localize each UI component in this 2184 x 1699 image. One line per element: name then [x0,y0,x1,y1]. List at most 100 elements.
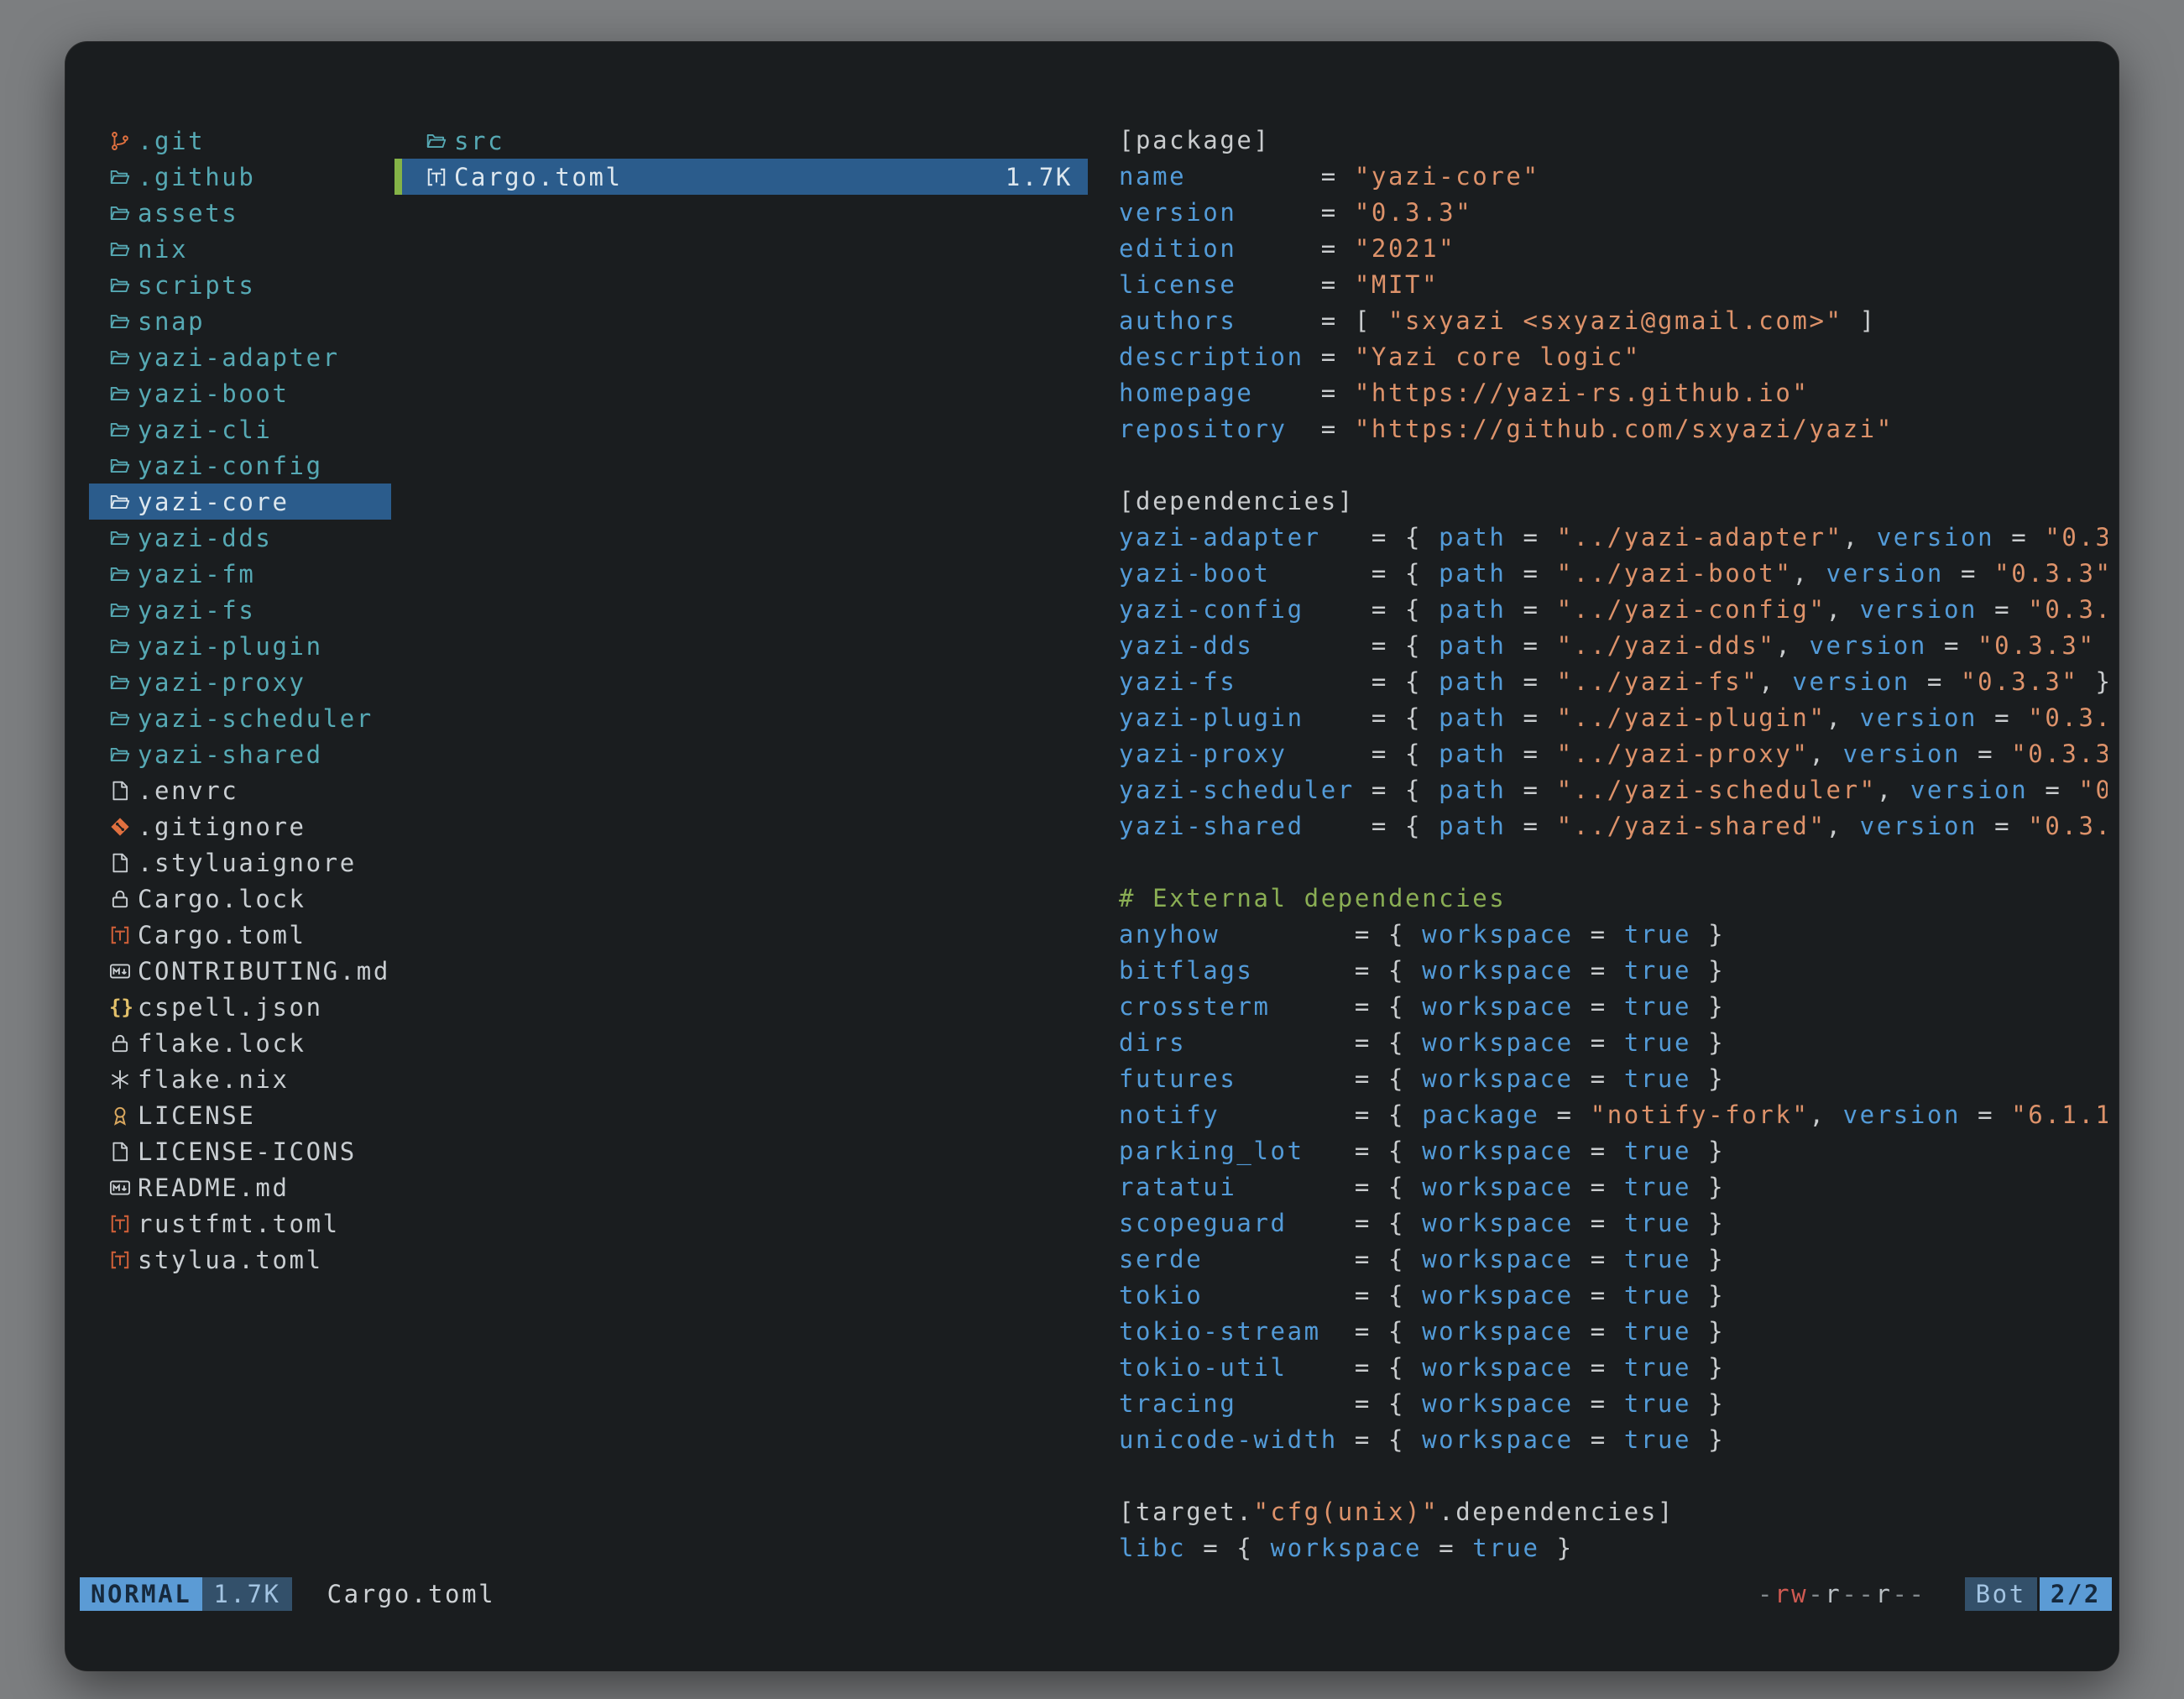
file-row[interactable]: stylua.toml [89,1242,391,1278]
dir-row[interactable]: src [394,123,1088,159]
dir-row[interactable]: nix [89,231,391,267]
file-name: yazi-scheduler [138,704,374,733]
file-row[interactable]: LICENSE-ICONS [89,1133,391,1169]
file-row[interactable]: Cargo.toml [89,917,391,953]
lock-icon [109,1031,131,1056]
folder-icon [426,128,447,154]
file-name: flake.lock [138,1029,306,1058]
dir-row[interactable]: yazi-core [89,484,391,520]
file-row[interactable]: flake.nix [89,1061,391,1097]
preview-line: yazi-scheduler = { path = "../yazi-sched… [1119,772,2108,808]
file-row[interactable]: {} cspell.json [89,989,391,1025]
dir-row[interactable]: yazi-fm [89,556,391,592]
folder-icon [109,598,131,623]
preview-line: yazi-proxy = { path = "../yazi-proxy", v… [1119,736,2108,772]
markdown-icon [109,1175,131,1200]
file-name: Cargo.lock [138,885,306,913]
preview-line: edition = "2021" [1119,231,2108,267]
dir-row[interactable]: yazi-proxy [89,664,391,700]
folder-icon [109,453,131,478]
dir-row[interactable]: yazi-boot [89,375,391,411]
preview-line: notify = { package = "notify-fork", vers… [1119,1097,2108,1133]
file-name: LICENSE-ICONS [138,1137,357,1166]
dir-row[interactable]: yazi-shared [89,736,391,772]
file-name: .styluaignore [138,849,357,877]
toml-icon [426,165,447,190]
hover-marker [394,159,402,195]
dir-row[interactable]: snap [89,303,391,339]
file-name: src [454,127,504,155]
file-row[interactable]: .envrc [89,772,391,808]
file-row[interactable]: Cargo.toml1.7K [394,159,1088,195]
file-name: Cargo.toml [138,921,306,949]
dir-row[interactable]: yazi-scheduler [89,700,391,736]
dir-row[interactable]: yazi-cli [89,411,391,447]
folder-icon [109,670,131,695]
file-icon [109,778,131,803]
preview-line: unicode-width = { workspace = true } [1119,1422,2108,1458]
folder-icon [109,345,131,370]
file-icon [109,850,131,876]
file-name: yazi-config [138,452,323,480]
folder-icon [109,165,131,190]
dir-row[interactable]: yazi-fs [89,592,391,628]
dir-row[interactable]: yazi-config [89,447,391,484]
file-row[interactable]: Cargo.lock [89,881,391,917]
file-name: snap [138,307,205,336]
preview-line: tokio = { workspace = true } [1119,1278,2108,1314]
preview-line: version = "0.3.3" [1119,195,2108,231]
file-row[interactable]: rustfmt.toml [89,1205,391,1242]
preview-line: scopeguard = { workspace = true } [1119,1205,2108,1242]
preview-line: [package] [1119,123,2108,159]
file-name: yazi-adapter [138,343,340,372]
file-name: yazi-fm [138,560,255,588]
folder-icon [109,381,131,406]
current-pane: src Cargo.toml1.7K [394,123,1088,195]
file-row[interactable]: .gitignore [89,808,391,844]
folder-icon [109,417,131,442]
folder-icon [109,562,131,587]
preview-line: authors = [ "sxyazi <sxyazi@gmail.com>" … [1119,303,2108,339]
folder-icon [109,273,131,298]
dir-row[interactable]: .github [89,159,391,195]
scroll-position-label: Bot [1965,1577,2037,1611]
file-name: yazi-core [138,488,290,516]
file-icon [109,1139,131,1164]
file-name: cspell.json [138,993,323,1022]
folder-icon [109,309,131,334]
file-row[interactable]: .styluaignore [89,844,391,881]
file-row[interactable]: flake.lock [89,1025,391,1061]
file-name: yazi-shared [138,740,323,769]
preview-line: repository = "https://github.com/sxyazi/… [1119,411,2108,447]
preview-line: serde = { workspace = true } [1119,1242,2108,1278]
file-permissions: -rw-r--r-- [1758,1580,1926,1608]
dir-row[interactable]: yazi-adapter [89,339,391,375]
file-row[interactable]: README.md [89,1169,391,1205]
dir-row[interactable]: .git [89,123,391,159]
preview-line: parking_lot = { workspace = true } [1119,1133,2108,1169]
dir-row[interactable]: yazi-plugin [89,628,391,664]
git-branch-icon [109,128,131,154]
file-row[interactable]: CONTRIBUTING.md [89,953,391,989]
folder-icon [109,706,131,731]
toml-icon [109,923,131,948]
preview-line: name = "yazi-core" [1119,159,2108,195]
preview-line: [dependencies] [1119,484,2108,520]
folder-icon [109,237,131,262]
file-name: LICENSE [138,1101,255,1130]
file-row[interactable]: LICENSE [89,1097,391,1133]
braces-icon: {} [109,995,131,1020]
preview-line: yazi-boot = { path = "../yazi-boot", ver… [1119,556,2108,592]
preview-line: description = "Yazi core logic" [1119,339,2108,375]
file-name: CONTRIBUTING.md [138,957,390,985]
dir-row[interactable]: yazi-dds [89,520,391,556]
preview-line [1119,447,2108,484]
file-name: yazi-proxy [138,668,306,697]
dir-row[interactable]: assets [89,195,391,231]
dir-row[interactable]: scripts [89,267,391,303]
status-bar: NORMAL 1.7K Cargo.toml -rw-r--r-- Bot 2/… [65,1577,2119,1611]
preview-line: yazi-shared = { path = "../yazi-shared",… [1119,808,2108,844]
file-name: yazi-cli [138,416,272,444]
file-name: nix [138,235,188,264]
file-name: README.md [138,1174,290,1202]
